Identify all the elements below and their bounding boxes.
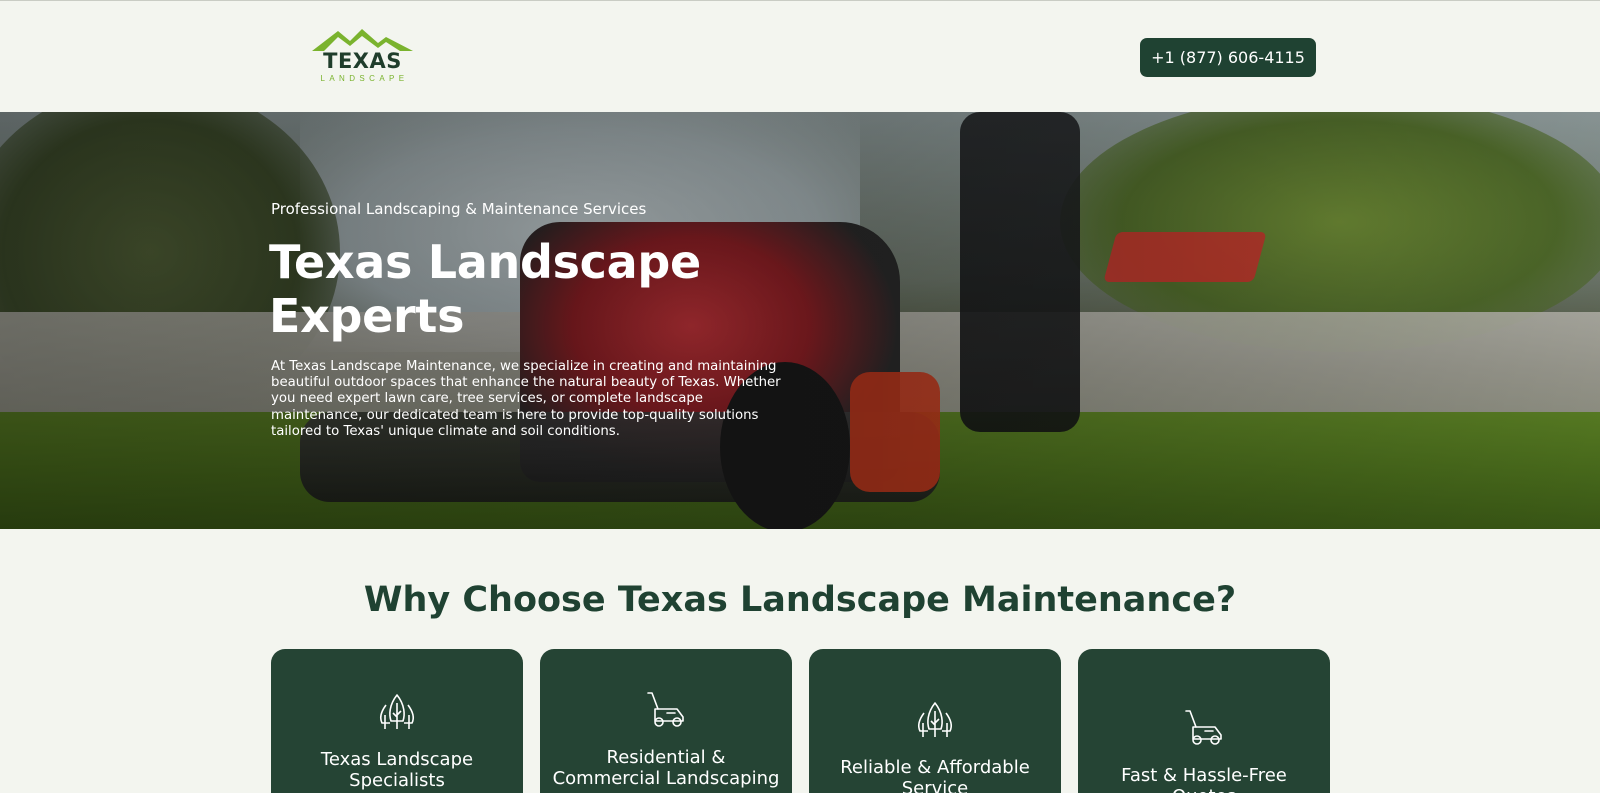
hero-description: At Texas Landscape Maintenance, we speci… <box>271 359 781 439</box>
feature-card-residential: Residential & Commercial Landscaping <box>540 649 792 793</box>
feature-card-reliable: Reliable & Affordable Service <box>809 649 1061 793</box>
card-title: Texas Landscape Specialists <box>320 749 474 791</box>
hero-kicker: Professional Landscaping & Maintenance S… <box>271 200 647 218</box>
trees-icon <box>380 694 414 729</box>
logo-tagline: LANDSCAPE <box>320 74 409 83</box>
lawn-mower-icon <box>1185 710 1222 745</box>
lawn-mower-icon <box>647 692 684 727</box>
feature-card-specialists: Texas Landscape Specialists <box>271 649 523 793</box>
hero-section: Professional Landscaping & Maintenance S… <box>0 112 1600 529</box>
site-header: TEXAS LANDSCAPE +1 (877) 606-4115 <box>0 0 1600 112</box>
card-title: Reliable & Affordable Service <box>840 757 1030 793</box>
phone-button[interactable]: +1 (877) 606-4115 <box>1140 38 1316 77</box>
trees-icon <box>918 702 952 737</box>
logo-wordmark: TEXAS <box>323 49 402 73</box>
card-title: Fast & Hassle-Free Quotes <box>1121 765 1287 793</box>
section-title: Why Choose Texas Landscape Maintenance? <box>363 580 1237 620</box>
card-title: Residential & Commercial Landscaping <box>552 747 780 789</box>
hero-title: Texas Landscape Experts <box>269 235 701 343</box>
logo[interactable]: TEXAS LANDSCAPE <box>310 25 415 87</box>
hero-overlay <box>0 112 1600 529</box>
feature-card-quotes: Fast & Hassle-Free Quotes <box>1078 649 1330 793</box>
